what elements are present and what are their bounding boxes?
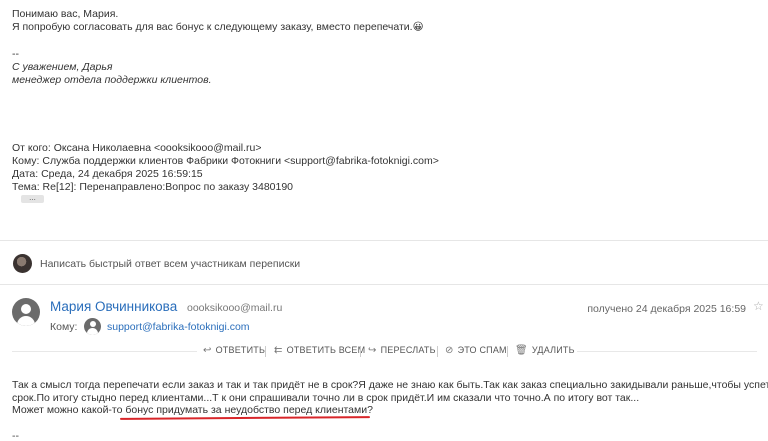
separator	[507, 346, 508, 357]
quoted-line-text: Я попробую согласовать для вас бонус к с…	[12, 21, 413, 33]
reply-all-icon: ⇇	[274, 345, 283, 356]
delete-button[interactable]: 🗑 УДАЛИТЬ	[515, 345, 575, 356]
divider	[0, 284, 768, 285]
show-more-button[interactable]: ...	[21, 194, 44, 203]
signature-position: менеджер отдела поддержки клиентов.	[12, 74, 212, 86]
highlight-underline	[119, 416, 371, 420]
recipient-email[interactable]: support@fabrika-fotoknigi.com	[107, 321, 250, 333]
grin-emoji-icon: 😀	[412, 21, 424, 33]
separator	[265, 346, 266, 357]
reply-all-label: ОТВЕТИТЬ ВСЕМ	[286, 345, 366, 355]
forward-button[interactable]: ↪ ПЕРЕСЛАТЬ	[368, 345, 436, 356]
quoted-date: Дата: Среда, 24 декабря 2025 16:59:15	[12, 168, 203, 180]
forward-icon: ↪	[368, 345, 377, 356]
quoted-subject: Тема: Re[12]: Перенаправлено:Вопрос по з…	[12, 181, 294, 193]
reply-all-button[interactable]: ⇇ ОТВЕТИТЬ ВСЕМ	[274, 345, 365, 356]
message-signature-separator: --	[12, 430, 19, 441]
sender-avatar	[12, 298, 40, 326]
delete-label: УДАЛИТЬ	[531, 345, 575, 355]
reply-label: ОТВЕТИТЬ	[215, 345, 266, 355]
spam-icon: ⊘	[445, 345, 454, 356]
sender-name[interactable]: Мария Овчинникова	[50, 299, 177, 314]
quick-reply-input[interactable]: Написать быстрый ответ всем участникам п…	[40, 258, 300, 270]
spam-button[interactable]: ⊘ ЭТО СПАМ	[445, 345, 507, 356]
signature-separator: --	[12, 48, 19, 60]
star-icon[interactable]: ☆	[753, 300, 765, 312]
received-date: получено 24 декабря 2025 16:59	[587, 303, 746, 315]
reply-button[interactable]: ↩ ОТВЕТИТЬ	[203, 345, 265, 356]
reply-icon: ↩	[203, 345, 212, 356]
quoted-line: Я попробую согласовать для вас бонус к с…	[12, 21, 424, 34]
sender-email[interactable]: oooksikooo@mail.ru	[187, 302, 282, 314]
message-body-line: Может можно какой-то бонус придумать за …	[12, 404, 373, 416]
quoted-greeting: Понимаю вас, Мария.	[12, 8, 119, 20]
quoted-to: Кому: Служба поддержки клиентов Фабрики …	[12, 155, 439, 167]
quoted-from: От кого: Оксана Николаевна <oooksikooo@m…	[12, 142, 262, 154]
recipient-avatar-icon	[84, 318, 101, 335]
forward-label: ПЕРЕСЛАТЬ	[380, 345, 436, 355]
user-avatar	[13, 254, 32, 273]
to-label: Кому:	[50, 321, 78, 333]
separator	[360, 346, 361, 357]
signature-regards: С уважением, Дарья	[12, 61, 113, 73]
message-actions: ↩ ОТВЕТИТЬ ⇇ ОТВЕТИТЬ ВСЕМ ↪ ПЕРЕСЛАТЬ ⊘ ЭТО…	[0, 345, 768, 358]
trash-icon: 🗑	[515, 345, 528, 356]
divider	[0, 240, 768, 241]
spam-label: ЭТО СПАМ	[457, 345, 507, 355]
message-body-line: Так а смысл тогда перепечати если заказ …	[12, 379, 768, 391]
separator	[437, 346, 438, 357]
